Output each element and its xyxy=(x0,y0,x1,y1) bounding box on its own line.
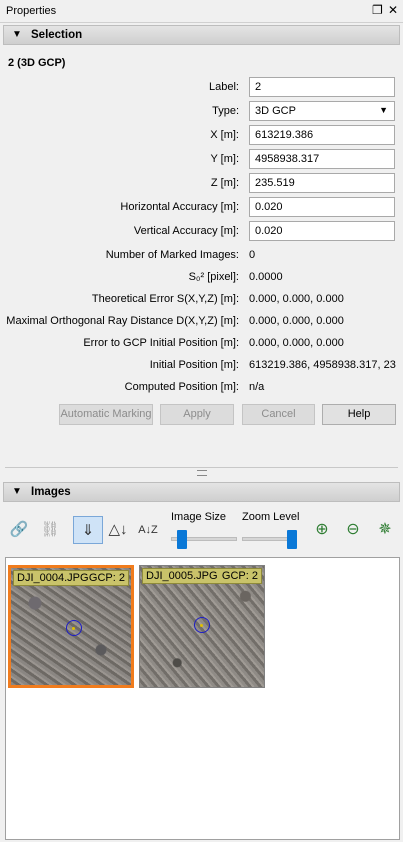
splitter-grip-icon xyxy=(197,470,207,476)
sort-by-size-icon[interactable]: ⇓ xyxy=(73,516,103,544)
automatic-marking-button[interactable]: Automatic Marking xyxy=(59,404,153,425)
close-icon[interactable]: ✕ xyxy=(388,3,398,17)
thumbnail-caption: DJI_0005.JPG GCP: 2 xyxy=(142,568,262,584)
apply-button[interactable]: Apply xyxy=(160,404,234,425)
thumbnail-filename: DJI_0005.JPG xyxy=(146,570,218,582)
initial-position-label: Initial Position [m]: xyxy=(149,359,239,371)
image-size-slider-handle[interactable] xyxy=(176,530,187,549)
horizontal-accuracy-label: Horizontal Accuracy [m]: xyxy=(120,201,239,213)
error-initial-row: Error to GCP Initial Position [m]: 0.000… xyxy=(0,333,403,353)
initial-position-row: Initial Position [m]: 613219.386, 495893… xyxy=(0,355,403,375)
type-label: Type: xyxy=(212,105,239,117)
thumbnail-caption: DJI_0004.JPG GCP: 2 xyxy=(13,570,129,586)
error-initial-label: Error to GCP Initial Position [m]: xyxy=(83,337,239,349)
s0-row: S₀² [pixel]: 0.0000 xyxy=(0,267,403,287)
gcp-point-icon xyxy=(72,627,75,630)
computed-position-label: Computed Position [m]: xyxy=(124,381,239,393)
z-row: Z [m]: 235.519 xyxy=(0,173,403,193)
max-ray-distance-label: Maximal Orthogonal Ray Distance D(X,Y,Z)… xyxy=(6,315,239,327)
theoretical-error-label: Theoretical Error S(X,Y,Z) [m]: xyxy=(91,293,239,305)
x-label: X [m]: xyxy=(210,129,239,141)
image-size-label: Image Size xyxy=(171,511,227,523)
y-input[interactable]: 4958938.317 xyxy=(249,149,395,169)
zoom-in-icon[interactable]: ⊕ xyxy=(311,519,333,541)
z-label: Z [m]: xyxy=(210,177,239,189)
window-title: Properties xyxy=(6,5,57,17)
y-label: Y [m]: xyxy=(210,153,239,165)
marked-images-value: 0 xyxy=(249,249,256,261)
gcp-point-icon xyxy=(200,624,203,627)
theoretical-error-value: 0.000, 0.000, 0.000 xyxy=(249,293,344,305)
zoom-out-icon[interactable]: ⊖ xyxy=(342,519,364,541)
unlink-icon[interactable]: ⛓ xyxy=(39,519,61,541)
vertical-accuracy-label: Vertical Accuracy [m]: xyxy=(133,225,239,237)
panel-splitter[interactable] xyxy=(5,467,398,476)
label-row: Label: 2 xyxy=(0,77,403,97)
s0-label: S₀² [pixel]: xyxy=(188,271,239,283)
horizontal-accuracy-input[interactable]: 0.020 xyxy=(249,197,395,217)
images-header-label: Images xyxy=(31,486,71,498)
thumbnail-gcp-count: GCP: 2 xyxy=(221,570,258,582)
vertical-accuracy-row: Vertical Accuracy [m]: 0.020 xyxy=(0,221,403,241)
selection-section-header[interactable]: ▼ Selection xyxy=(3,25,400,45)
type-select[interactable]: 3D GCP ▼ xyxy=(249,101,395,121)
marked-images-row: Number of Marked Images: 0 xyxy=(0,245,403,265)
horizontal-accuracy-row: Horizontal Accuracy [m]: 0.020 xyxy=(0,197,403,217)
link-icon[interactable]: 🔗 xyxy=(8,519,30,541)
zoom-level-label: Zoom Level xyxy=(242,511,300,523)
theoretical-error-row: Theoretical Error S(X,Y,Z) [m]: 0.000, 0… xyxy=(0,289,403,309)
cancel-button[interactable]: Cancel xyxy=(242,404,315,425)
computed-position-value: n/a xyxy=(249,381,265,393)
collapse-triangle-icon[interactable]: ▼ xyxy=(12,29,22,40)
max-ray-distance-value: 0.000, 0.000, 0.000 xyxy=(249,315,344,327)
sort-alpha-icon[interactable]: A↓Z xyxy=(137,519,159,541)
dropdown-arrow-icon: ▼ xyxy=(379,105,388,115)
fit-view-icon[interactable]: ✵ xyxy=(374,519,396,541)
x-row: X [m]: 613219.386 xyxy=(0,125,403,145)
s0-value: 0.0000 xyxy=(249,271,283,283)
type-row: Type: 3D GCP ▼ xyxy=(0,101,403,121)
computed-position-row: Computed Position [m]: n/a xyxy=(0,377,403,397)
float-icon[interactable]: ❐ xyxy=(372,3,383,17)
vertical-accuracy-input[interactable]: 0.020 xyxy=(249,221,395,241)
object-title: 2 (3D GCP) xyxy=(8,57,66,69)
label-input[interactable]: 2 xyxy=(249,77,395,97)
images-section-header[interactable]: ▼ Images xyxy=(3,482,400,502)
marked-images-label: Number of Marked Images: xyxy=(105,249,239,261)
collapse-triangle-icon[interactable]: ▼ xyxy=(12,486,22,497)
thumbnail-gcp-count: GCP: 2 xyxy=(88,572,125,584)
type-select-value: 3D GCP xyxy=(255,105,296,117)
error-initial-value: 0.000, 0.000, 0.000 xyxy=(249,337,344,349)
thumbnail-dji-0005[interactable]: DJI_0005.JPG GCP: 2 xyxy=(139,565,265,688)
selection-header-label: Selection xyxy=(31,29,83,41)
properties-titlebar: Properties ❐ ✕ xyxy=(0,0,403,23)
x-input[interactable]: 613219.386 xyxy=(249,125,395,145)
thumbnail-dji-0004[interactable]: DJI_0004.JPG GCP: 2 xyxy=(8,565,134,688)
thumbnail-filename: DJI_0004.JPG xyxy=(17,572,89,584)
sort-triangle-icon[interactable]: △↓ xyxy=(107,519,129,541)
help-button[interactable]: Help xyxy=(322,404,396,425)
label-label: Label: xyxy=(209,81,239,93)
y-row: Y [m]: 4958938.317 xyxy=(0,149,403,169)
initial-position-value: 613219.386, 4958938.317, 23 xyxy=(249,359,396,371)
z-input[interactable]: 235.519 xyxy=(249,173,395,193)
zoom-level-slider-handle[interactable] xyxy=(287,530,297,549)
max-ray-distance-row: Maximal Orthogonal Ray Distance D(X,Y,Z)… xyxy=(0,311,403,331)
